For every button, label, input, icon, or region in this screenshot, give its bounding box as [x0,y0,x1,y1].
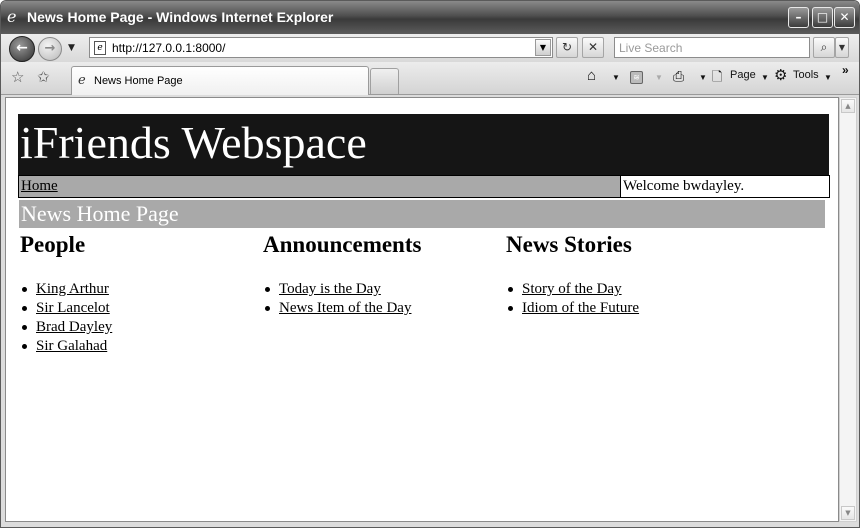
list-item: Brad Dayley [20,318,112,337]
search-placeholder: Live Search [619,41,683,55]
forward-button[interactable]: → [38,37,62,61]
people-heading: People [20,232,86,257]
minimize-button[interactable]: – [788,7,809,28]
feeds-icon[interactable]: ≋ [630,71,643,84]
title-bar: e News Home Page - Windows Internet Expl… [1,1,859,34]
page-menu-icon[interactable]: 🗋 [712,68,722,90]
add-to-favorites-icon[interactable]: ✩ [37,68,50,86]
ie-logo-icon: e [7,7,17,26]
person-link[interactable]: King Arthur [36,281,109,297]
tools-dropdown-icon[interactable]: ▼ [824,73,832,82]
bullet-icon [22,325,27,330]
refresh-button[interactable]: ↻ [556,37,578,58]
list-item: King Arthur [20,280,112,299]
people-column: People King Arthur Sir Lancelot Brad Day… [20,232,112,356]
site-nav-bar: Home Welcome bwdayley. [18,175,830,198]
news-stories-heading: News Stories [506,232,632,257]
address-bar[interactable]: e http://127.0.0.1:8000/ ▼ [89,37,553,58]
gear-icon[interactable]: ⚙ [774,66,787,84]
new-tab-button[interactable] [370,68,399,94]
search-input[interactable]: Live Search [614,37,810,58]
bullet-icon [22,287,27,292]
list-item: Sir Galahad [20,337,112,356]
home-icon[interactable]: ⌂ [587,67,596,84]
favorites-center-icon[interactable]: ☆ [11,68,24,86]
announcements-list: Today is the Day News Item of the Day [263,280,421,318]
scroll-down-icon[interactable]: ▼ [841,506,855,520]
page-heading: News Home Page [21,201,179,226]
welcome-box: Welcome bwdayley. [620,175,830,198]
bullet-icon [265,287,270,292]
announcement-link[interactable]: Today is the Day [279,281,381,297]
news-stories-list: Story of the Day Idiom of the Future [506,280,639,318]
list-item: Idiom of the Future [506,299,639,318]
news-stories-column: News Stories Story of the Day Idiom of t… [506,232,639,318]
bullet-icon [508,306,513,311]
print-dropdown-icon[interactable]: ▼ [699,73,707,82]
home-link[interactable]: Home [21,178,58,195]
people-list: King Arthur Sir Lancelot Brad Dayley Sir… [20,280,112,356]
person-link[interactable]: Sir Galahad [36,338,107,354]
scroll-up-icon[interactable]: ▲ [841,99,855,113]
tools-menu-button[interactable]: Tools [793,69,819,81]
back-button[interactable]: ← [9,36,35,62]
list-item: Story of the Day [506,280,639,299]
chevron-right-icon[interactable]: » [842,63,849,77]
page-icon: e [94,41,106,55]
bullet-icon [22,344,27,349]
tab-news-home-page[interactable]: e News Home Page [71,66,369,95]
announcement-link[interactable]: News Item of the Day [279,300,411,316]
announcements-heading: Announcements [263,232,422,257]
close-button[interactable]: ✕ [834,7,855,28]
page-dropdown-icon[interactable]: ▼ [761,73,769,82]
page-heading-bar: News Home Page [19,200,825,228]
list-item: News Item of the Day [263,299,421,318]
site-header: iFriends Webspace [18,114,829,175]
recent-pages-dropdown-icon[interactable]: ▼ [68,43,75,53]
site-title: iFriends Webspace [20,117,367,168]
announcements-column: Announcements Today is the Day News Item… [263,232,421,318]
search-options-dropdown-icon[interactable]: ▼ [835,37,849,58]
maximize-button[interactable]: □ [812,7,833,28]
list-item: Sir Lancelot [20,299,112,318]
browser-window: e News Home Page - Windows Internet Expl… [0,0,860,528]
tab-label: News Home Page [94,75,183,87]
person-link[interactable]: Sir Lancelot [36,300,110,316]
welcome-message: Welcome bwdayley. [623,178,745,194]
bullet-icon [508,287,513,292]
address-input[interactable]: http://127.0.0.1:8000/ [112,41,225,55]
page-menu-button[interactable]: Page [730,69,756,81]
stop-button[interactable]: ✕ [582,37,604,58]
print-icon[interactable]: ⎙ [673,68,684,85]
bullet-icon [22,306,27,311]
feeds-dropdown-icon: ▼ [655,73,663,82]
navigation-bar: ← → ▼ e http://127.0.0.1:8000/ ▼ ↻ ✕ Liv… [1,34,859,62]
person-link[interactable]: Brad Dayley [36,319,112,335]
story-link[interactable]: Idiom of the Future [522,300,639,316]
address-dropdown-icon[interactable]: ▼ [535,39,551,56]
search-button[interactable]: ⌕ [813,37,835,58]
web-page-viewport: iFriends Webspace Home Welcome bwdayley.… [5,97,839,522]
vertical-scrollbar[interactable]: ▲ ▼ [839,97,857,522]
tab-page-icon: e [78,73,86,88]
story-link[interactable]: Story of the Day [522,281,622,297]
list-item: Today is the Day [263,280,421,299]
window-title: News Home Page - Windows Internet Explor… [27,9,334,25]
tab-bar: ☆ ✩ e News Home Page ⌂ ▼ ≋ ▼ ⎙ ▼ 🗋 Page … [1,62,859,95]
bullet-icon [265,306,270,311]
home-dropdown-icon[interactable]: ▼ [612,73,620,82]
